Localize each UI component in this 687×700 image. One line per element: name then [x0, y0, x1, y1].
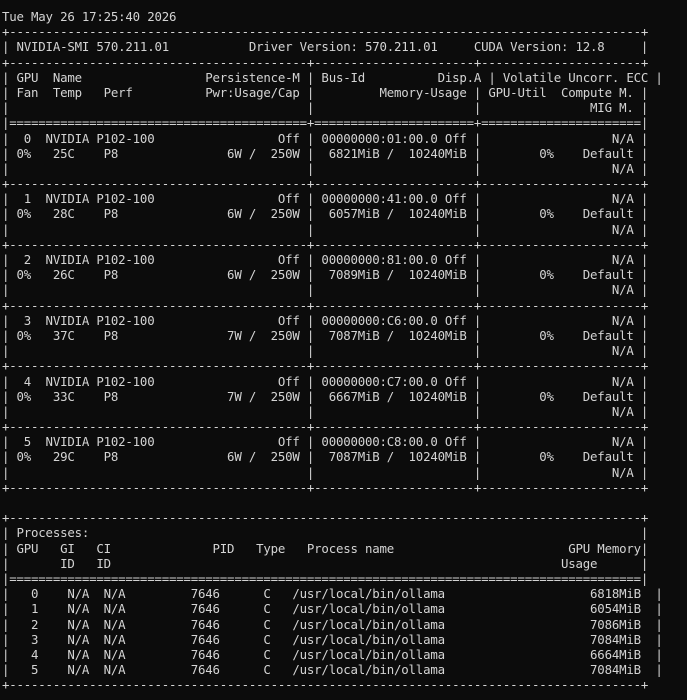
gpu-row: | 0% 25C P8 6W / 250W | 6821MiB / 10240M… — [2, 145, 649, 161]
table-border: +---------------------------------------… — [2, 176, 649, 192]
table-border: +---------------------------------------… — [2, 236, 649, 252]
process-row: | 2 N/A N/A 7646 C /usr/local/bin/ollama… — [2, 616, 663, 632]
header-versions: | NVIDIA-SMI 570.211.01 Driver Version: … — [2, 39, 649, 55]
table-border: +---------------------------------------… — [2, 479, 649, 495]
table-border: |=======================================… — [2, 115, 649, 131]
terminal-window[interactable]: Tue May 26 17:25:40 2026 +--------------… — [0, 0, 687, 700]
timestamp: Tue May 26 17:25:40 2026 — [2, 9, 177, 24]
gpu-row: | 2 NVIDIA P102-100 Off | 00000000:81:00… — [2, 252, 649, 267]
gpu-row: | 0% 37C P8 7W / 250W | 7087MiB / 10240M… — [2, 327, 649, 343]
gpu-row: | 0 NVIDIA P102-100 Off | 00000000:01:00… — [2, 130, 649, 146]
table-border: +---------------------------------------… — [2, 419, 649, 435]
table-border: +---------------------------------------… — [2, 24, 649, 40]
processes-header-row: | GPU GI CI PID Type Process name GPU Me… — [2, 540, 649, 556]
gpu-row: | | | N/A | — [2, 403, 649, 419]
nvidia-smi-output: +---------------------------------------… — [2, 24, 687, 692]
column-header-row: | Fan Temp Perf Pwr:Usage/Cap | Memory-U… — [2, 84, 649, 100]
process-row: | 4 N/A N/A 7646 C /usr/local/bin/ollama… — [2, 646, 663, 662]
gpu-row: | | | N/A | — [2, 464, 649, 480]
processes-header-row: | ID ID Usage | — [2, 555, 649, 571]
table-border: +---------------------------------------… — [2, 54, 649, 70]
gpu-row: | 1 NVIDIA P102-100 Off | 00000000:41:00… — [2, 191, 649, 207]
table-border: +---------------------------------------… — [2, 297, 649, 313]
process-row: | 0 N/A N/A 7646 C /usr/local/bin/ollama… — [2, 586, 663, 602]
process-row: | 5 N/A N/A 7646 C /usr/local/bin/ollama… — [2, 662, 663, 678]
gpu-row: | 0% 26C P8 6W / 250W | 7089MiB / 10240M… — [2, 267, 649, 283]
column-header-row: | GPU Name Persistence-M | Bus-Id Disp.A… — [2, 69, 663, 85]
gpu-row: | 0% 33C P8 7W / 250W | 6667MiB / 10240M… — [2, 388, 649, 404]
processes-title: | Processes: | — [2, 525, 649, 541]
table-border: +---------------------------------------… — [2, 677, 649, 693]
gpu-row: | | | N/A | — [2, 160, 649, 176]
table-border: +---------------------------------------… — [2, 358, 649, 374]
table-border: |=======================================… — [2, 570, 649, 586]
table-border: +---------------------------------------… — [2, 510, 649, 526]
process-row: | 1 N/A N/A 7646 C /usr/local/bin/ollama… — [2, 601, 663, 617]
gpu-row: | 4 NVIDIA P102-100 Off | 00000000:C7:00… — [2, 373, 649, 389]
gpu-row: | 3 NVIDIA P102-100 Off | 00000000:C6:00… — [2, 312, 649, 328]
gpu-row: | | | N/A | — [2, 343, 649, 359]
gpu-row: | | | N/A | — [2, 221, 649, 237]
gpu-row: | 0% 28C P8 6W / 250W | 6057MiB / 10240M… — [2, 206, 649, 222]
column-header-row: | | | MIG M. | — [2, 100, 649, 116]
process-row: | 3 N/A N/A 7646 C /usr/local/bin/ollama… — [2, 631, 663, 647]
gpu-row: | | | N/A | — [2, 282, 649, 298]
gpu-row: | 5 NVIDIA P102-100 Off | 00000000:C8:00… — [2, 434, 649, 450]
gpu-row: | 0% 29C P8 6W / 250W | 7087MiB / 10240M… — [2, 449, 649, 465]
